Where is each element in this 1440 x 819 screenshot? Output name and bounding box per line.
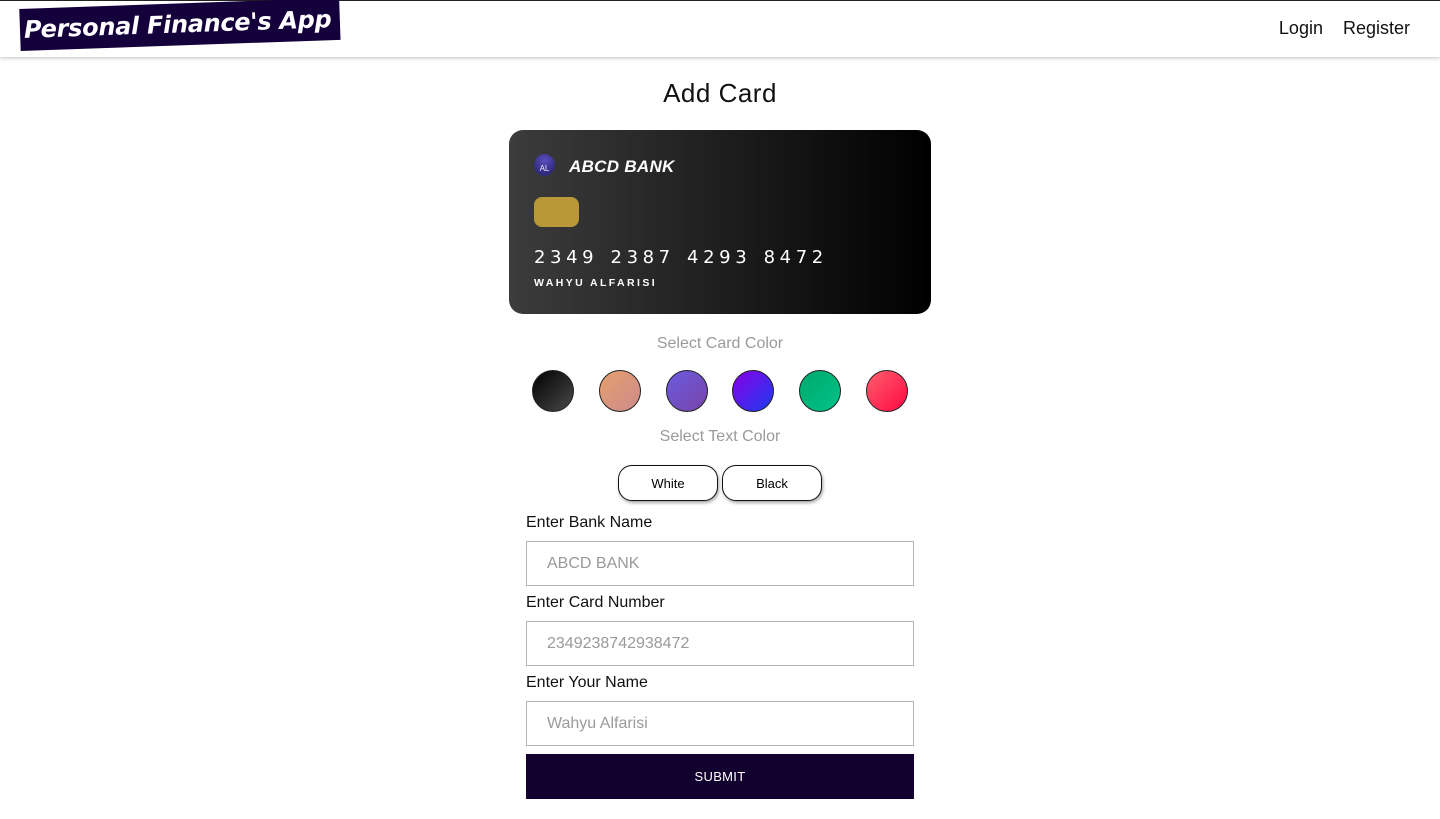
submit-button[interactable]: SUBMIT (526, 754, 914, 799)
card-color-swatches (532, 370, 912, 414)
select-card-color-label: Select Card Color (656, 335, 784, 352)
card-number-input[interactable] (526, 621, 914, 666)
card-color-swatch-violet-blue[interactable] (732, 370, 774, 412)
page-title: Add Card (663, 78, 777, 108)
app-logo[interactable]: Personal Finance's App (19, 0, 341, 51)
bank-logo-icon: AL (534, 154, 555, 176)
card-color-swatch-black[interactable] (532, 370, 574, 412)
card-chip-icon (534, 197, 579, 227)
card-number: 2349 2387 4293 8472 (534, 247, 828, 268)
bank-name-label: Enter Bank Name (526, 514, 653, 531)
your-name-label: Enter Your Name (526, 674, 648, 691)
bank-name-input[interactable] (526, 541, 914, 586)
card-preview: AL ABCD BANK 2349 2387 4293 8472 WAHYU A… (509, 130, 931, 314)
text-color-white-button[interactable]: White (618, 465, 718, 501)
card-color-swatch-green[interactable] (799, 370, 841, 412)
text-color-black-button[interactable]: Black (722, 465, 822, 501)
navbar: Personal Finance's App Login Register (0, 0, 1440, 57)
register-link[interactable]: Register (1343, 18, 1410, 39)
card-color-swatch-peach[interactable] (599, 370, 641, 412)
login-link[interactable]: Login (1279, 18, 1323, 39)
card-color-swatch-red-pink[interactable] (866, 370, 908, 412)
nav-links: Login Register (1279, 1, 1410, 56)
card-number-label: Enter Card Number (526, 594, 665, 611)
card-bank-name: ABCD BANK (569, 157, 675, 176)
your-name-input[interactable] (526, 701, 914, 746)
card-color-swatch-purple[interactable] (666, 370, 708, 412)
select-text-color-label: Select Text Color (659, 428, 781, 445)
card-holder-name: WAHYU ALFARISI (534, 277, 658, 289)
